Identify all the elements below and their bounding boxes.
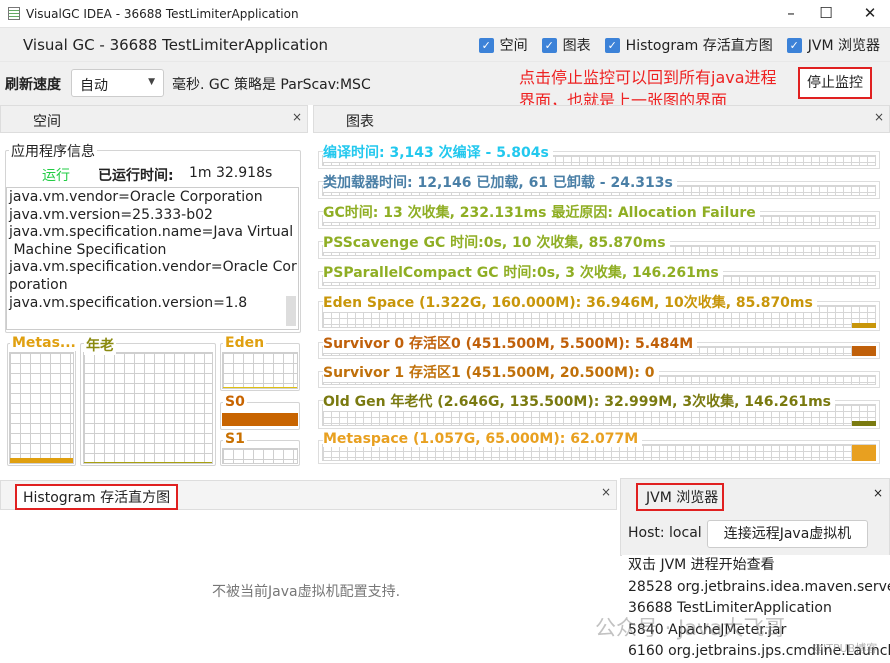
old-gen-label: 年老 — [84, 335, 116, 355]
watermark-site: @ITPUB博客 — [812, 642, 878, 655]
checkbox-check-icon: ✓ — [604, 37, 620, 53]
window-title: VisualGC IDEA - 36688 TestLimiterApplica… — [26, 6, 299, 21]
maximize-button[interactable]: ☐ — [811, 4, 841, 22]
chart-row: PSParallelCompact GC 时间:0s, 3 次收集, 146.2… — [318, 262, 880, 289]
chart-row: Metaspace (1.057G, 65.000M): 62.077M — [318, 431, 880, 464]
chart-fill-bar — [852, 421, 876, 426]
property-line: poration — [9, 276, 68, 293]
app-icon — [8, 7, 20, 20]
chart-row: Eden Space (1.322G, 160.000M): 36.946M, … — [318, 292, 880, 331]
stop-monitor-button[interactable]: 停止监控 — [798, 67, 872, 99]
chart-fill-bar — [852, 323, 876, 328]
s0-fill — [222, 413, 298, 426]
checkbox-2[interactable]: ✓ Histogram 存活直方图 — [604, 35, 773, 55]
chart-fill-bar — [852, 346, 876, 356]
chart-fill-bar — [852, 445, 876, 461]
header-title: Visual GC - 36688 TestLimiterApplication — [23, 35, 329, 54]
histogram-tab-label: Histogram 存活直方图 — [15, 484, 179, 510]
chart-row: Survivor 1 存活区1 (451.500M, 20.500M): 0 — [318, 362, 880, 388]
host-label: Host: local — [628, 525, 702, 541]
checkbox-label: JVM 浏览器 — [807, 38, 880, 54]
metaspace-label: Metas... — [10, 335, 78, 351]
chart-row: 类加载器时间: 12,146 已加载, 61 已卸载 - 24.313s — [318, 172, 880, 199]
toolbar: 刷新速度 自动 ▼ 毫秒. GC 策略是 ParScav:MSC 点击停止监控可以… — [0, 61, 890, 110]
chart-row: 编译时间: 3,143 次编译 - 5.804s — [318, 142, 880, 169]
s1-grid — [222, 448, 298, 464]
property-line: java.vm.vendor=Oracle Corporation — [9, 189, 263, 205]
histogram-unsupported-message: 不被当前Java虚拟机配置支持. — [212, 584, 401, 600]
eden-label: Eden — [223, 335, 267, 351]
chart-row-label: 编译时间: 3,143 次编译 - 5.804s — [323, 142, 553, 162]
refresh-value: 自动 — [80, 78, 108, 94]
jvm-process-item[interactable]: 28528 org.jetbrains.idea.maven.server. — [628, 577, 890, 599]
uptime-label: 已运行时间: — [98, 168, 174, 184]
chart-row: Old Gen 年老代 (2.646G, 135.500M): 32.999M,… — [318, 391, 880, 429]
refresh-label: 刷新速度 — [5, 77, 61, 93]
checkbox-0[interactable]: ✓ 空间 — [478, 35, 528, 55]
chevron-down-icon: ▼ — [148, 77, 155, 87]
chart-row-label: 类加载器时间: 12,146 已加载, 61 已卸载 - 24.313s — [323, 172, 677, 192]
old-gen-grid — [83, 352, 213, 464]
chart-row-label: Survivor 1 存活区1 (451.500M, 20.500M): 0 — [323, 362, 659, 382]
property-line: java.vm.specification.version=1.8 — [9, 294, 248, 311]
refresh-rate-select[interactable]: 自动 ▼ — [71, 69, 164, 97]
close-icon[interactable]: × — [873, 486, 883, 500]
chart-row-label: Metaspace (1.057G, 65.000M): 62.077M — [323, 431, 643, 447]
close-button[interactable]: ✕ — [855, 4, 885, 22]
property-line: java.vm.specification.vendor=Oracle Cor — [9, 259, 297, 276]
checkbox-3[interactable]: ✓ JVM 浏览器 — [786, 35, 880, 55]
metaspace-grid — [9, 352, 74, 464]
title-bar: VisualGC IDEA - 36688 TestLimiterApplica… — [0, 0, 890, 28]
properties-list[interactable]: java.vm.vendor=Oracle Corporation java.vm… — [6, 187, 299, 330]
tab-label: 图表 — [346, 114, 374, 130]
property-line: java.vm.specification.name=Java Virtual — [9, 224, 294, 241]
chart-row: GC时间: 13 次收集, 232.131ms 最近原因: Allocation… — [318, 202, 880, 229]
chart-row-label: Old Gen 年老代 (2.646G, 135.500M): 32.999M,… — [323, 391, 835, 411]
uptime-value: 1m 32.918s — [189, 165, 273, 181]
checkbox-label: 图表 — [562, 38, 591, 54]
close-icon[interactable]: × — [874, 110, 884, 124]
header: Visual GC - 36688 TestLimiterApplication… — [0, 28, 890, 61]
tab-space[interactable]: 空间 × — [0, 105, 308, 133]
s0-label: S0 — [223, 394, 247, 410]
chart-row: PSScavenge GC 时间:0s, 10 次收集, 85.870ms — [318, 232, 880, 259]
connect-remote-jvm-button[interactable]: 连接远程Java虚拟机 — [707, 520, 868, 548]
app-info-title: 应用程序信息 — [9, 141, 97, 161]
scrollbar[interactable] — [286, 296, 296, 326]
checkbox-check-icon: ✓ — [786, 37, 802, 53]
s1-label: S1 — [223, 431, 247, 447]
jvm-list-hint: 双击 JVM 进程开始查看 — [628, 557, 775, 573]
tab-jvm-browser[interactable]: JVM 浏览器 — [636, 483, 725, 511]
property-line: java.vm.version=25.333-b02 — [9, 206, 213, 223]
tab-label: 空间 — [33, 114, 61, 130]
tab-histogram[interactable]: Histogram 存活直方图 × — [0, 480, 617, 510]
property-line: Machine Specification — [9, 241, 167, 258]
close-icon[interactable]: × — [292, 110, 302, 124]
eden-grid — [222, 352, 298, 389]
checkbox-check-icon: ✓ — [541, 37, 557, 53]
gc-policy-text: 毫秒. GC 策略是 ParScav:MSC — [172, 77, 371, 93]
chart-row-label: GC时间: 13 次收集, 232.131ms 最近原因: Allocation… — [323, 202, 760, 222]
checkbox-1[interactable]: ✓ 图表 — [541, 35, 591, 55]
chart-row-label: PSParallelCompact GC 时间:0s, 3 次收集, 146.2… — [323, 262, 723, 282]
watermark: 公众号 · Java大飞哥 — [595, 616, 786, 640]
chart-row-label: PSScavenge GC 时间:0s, 10 次收集, 85.870ms — [323, 232, 670, 252]
minimize-button[interactable]: – — [776, 4, 806, 22]
checkbox-check-icon: ✓ — [478, 37, 494, 53]
checkbox-label: Histogram 存活直方图 — [625, 38, 773, 54]
chart-row-label: Survivor 0 存活区0 (451.500M, 5.500M): 5.48… — [323, 333, 698, 353]
close-icon[interactable]: × — [601, 485, 611, 499]
checkbox-label: 空间 — [499, 38, 528, 54]
chart-row: Survivor 0 存活区0 (451.500M, 5.500M): 5.48… — [318, 333, 880, 359]
chart-row-label: Eden Space (1.322G, 160.000M): 36.946M, … — [323, 292, 817, 312]
tab-charts[interactable]: 图表 × — [313, 105, 890, 133]
status-text: 运行 — [42, 168, 70, 184]
